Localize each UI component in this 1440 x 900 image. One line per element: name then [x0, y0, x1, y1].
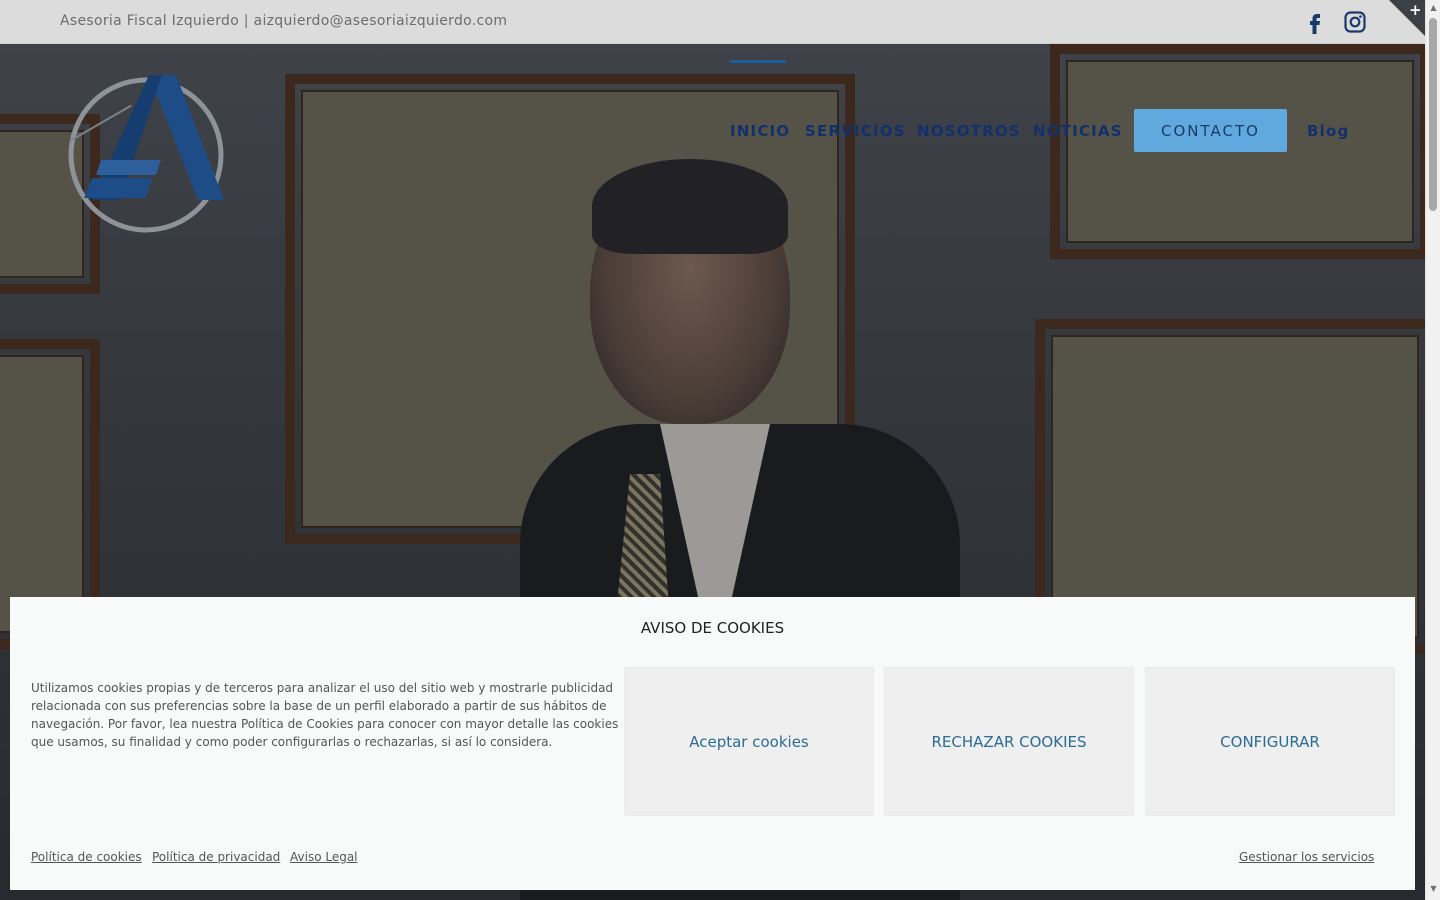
- scroll-up-arrow-icon[interactable]: ▲: [1429, 3, 1438, 12]
- legal-notice-link[interactable]: Aviso Legal: [290, 850, 358, 864]
- manage-services-link[interactable]: Gestionar los servicios: [1239, 850, 1374, 864]
- privacy-policy-link[interactable]: Política de privacidad: [152, 850, 280, 864]
- company-logo[interactable]: [66, 70, 236, 240]
- scroll-thumb[interactable]: [1429, 18, 1437, 211]
- reject-cookies-button[interactable]: RECHAZAR COOKIES: [884, 667, 1134, 816]
- cookie-title: AVISO DE COOKIES: [640, 619, 785, 637]
- accept-cookies-button[interactable]: Aceptar cookies: [624, 667, 874, 816]
- active-nav-indicator: [730, 60, 786, 63]
- nav-item-noticias[interactable]: NOTICIAS: [1033, 122, 1123, 140]
- nav-item-inicio[interactable]: INICIO: [730, 122, 790, 140]
- plus-icon[interactable]: +: [1409, 1, 1422, 19]
- nav-item-blog[interactable]: Blog: [1307, 122, 1349, 140]
- cookie-policy-link[interactable]: Política de cookies: [31, 850, 142, 864]
- instagram-icon[interactable]: [1343, 10, 1367, 34]
- contact-button[interactable]: CONTACTO: [1134, 109, 1287, 152]
- nav-item-servicios[interactable]: SERVICIOS: [805, 122, 906, 140]
- page-scrollbar[interactable]: ▲ ▼: [1425, 0, 1440, 900]
- contact-info: Asesoria Fiscal Izquierdo | aizquierdo@a…: [60, 13, 508, 29]
- scroll-down-arrow-icon[interactable]: ▼: [1429, 884, 1438, 893]
- top-bar: Asesoria Fiscal Izquierdo | aizquierdo@a…: [0, 0, 1425, 44]
- facebook-icon[interactable]: [1303, 10, 1327, 34]
- nav-item-nosotros[interactable]: NOSOTROS: [917, 122, 1021, 140]
- configure-cookies-button[interactable]: CONFIGURAR: [1145, 667, 1395, 816]
- cookie-description: Utilizamos cookies propias y de terceros…: [31, 681, 619, 749]
- cookie-consent-panel: AVISO DE COOKIES Utilizamos cookies prop…: [10, 597, 1415, 890]
